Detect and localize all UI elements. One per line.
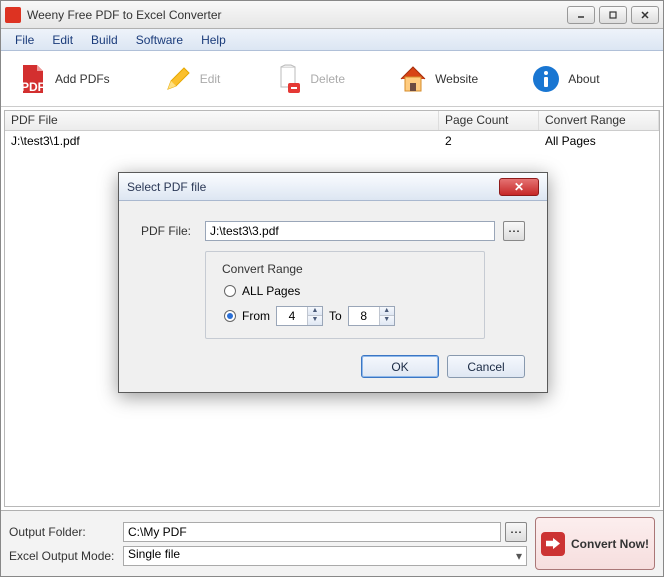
to-spinner[interactable]: ▲▼: [348, 306, 395, 326]
from-down[interactable]: ▼: [308, 316, 322, 325]
to-down[interactable]: ▼: [380, 316, 394, 325]
radio-from-label: From: [242, 309, 270, 323]
radio-all[interactable]: [224, 285, 236, 297]
pdf-file-input[interactable]: [205, 221, 495, 241]
dialog-body: PDF File: ⋯ Convert Range ALL Pages From…: [119, 201, 547, 392]
pdf-file-row: PDF File: ⋯: [141, 221, 525, 241]
from-input[interactable]: [277, 309, 307, 323]
radio-from-row[interactable]: From ▲▼ To ▲▼: [224, 306, 472, 326]
radio-all-label: ALL Pages: [242, 284, 300, 298]
ok-button[interactable]: OK: [361, 355, 439, 378]
radio-from[interactable]: [224, 310, 236, 322]
cancel-button[interactable]: Cancel: [447, 355, 525, 378]
modal-overlay: Select PDF file ✕ PDF File: ⋯ Convert Ra…: [0, 0, 664, 577]
pdf-file-label: PDF File:: [141, 224, 197, 238]
dialog-title: Select PDF file: [127, 180, 499, 194]
to-up[interactable]: ▲: [380, 307, 394, 316]
to-input[interactable]: [349, 309, 379, 323]
browse-pdf-button[interactable]: ⋯: [503, 221, 525, 241]
dialog-buttons: OK Cancel: [141, 355, 525, 378]
from-up[interactable]: ▲: [308, 307, 322, 316]
from-spinner[interactable]: ▲▼: [276, 306, 323, 326]
convert-range-legend: Convert Range: [218, 262, 307, 276]
select-pdf-dialog: Select PDF file ✕ PDF File: ⋯ Convert Ra…: [118, 172, 548, 393]
radio-all-row[interactable]: ALL Pages: [224, 284, 472, 298]
dialog-close-button[interactable]: ✕: [499, 178, 539, 196]
to-label: To: [329, 309, 342, 323]
dialog-titlebar: Select PDF file ✕: [119, 173, 547, 201]
convert-range-fieldset: Convert Range ALL Pages From ▲▼ To ▲▼: [205, 251, 485, 339]
